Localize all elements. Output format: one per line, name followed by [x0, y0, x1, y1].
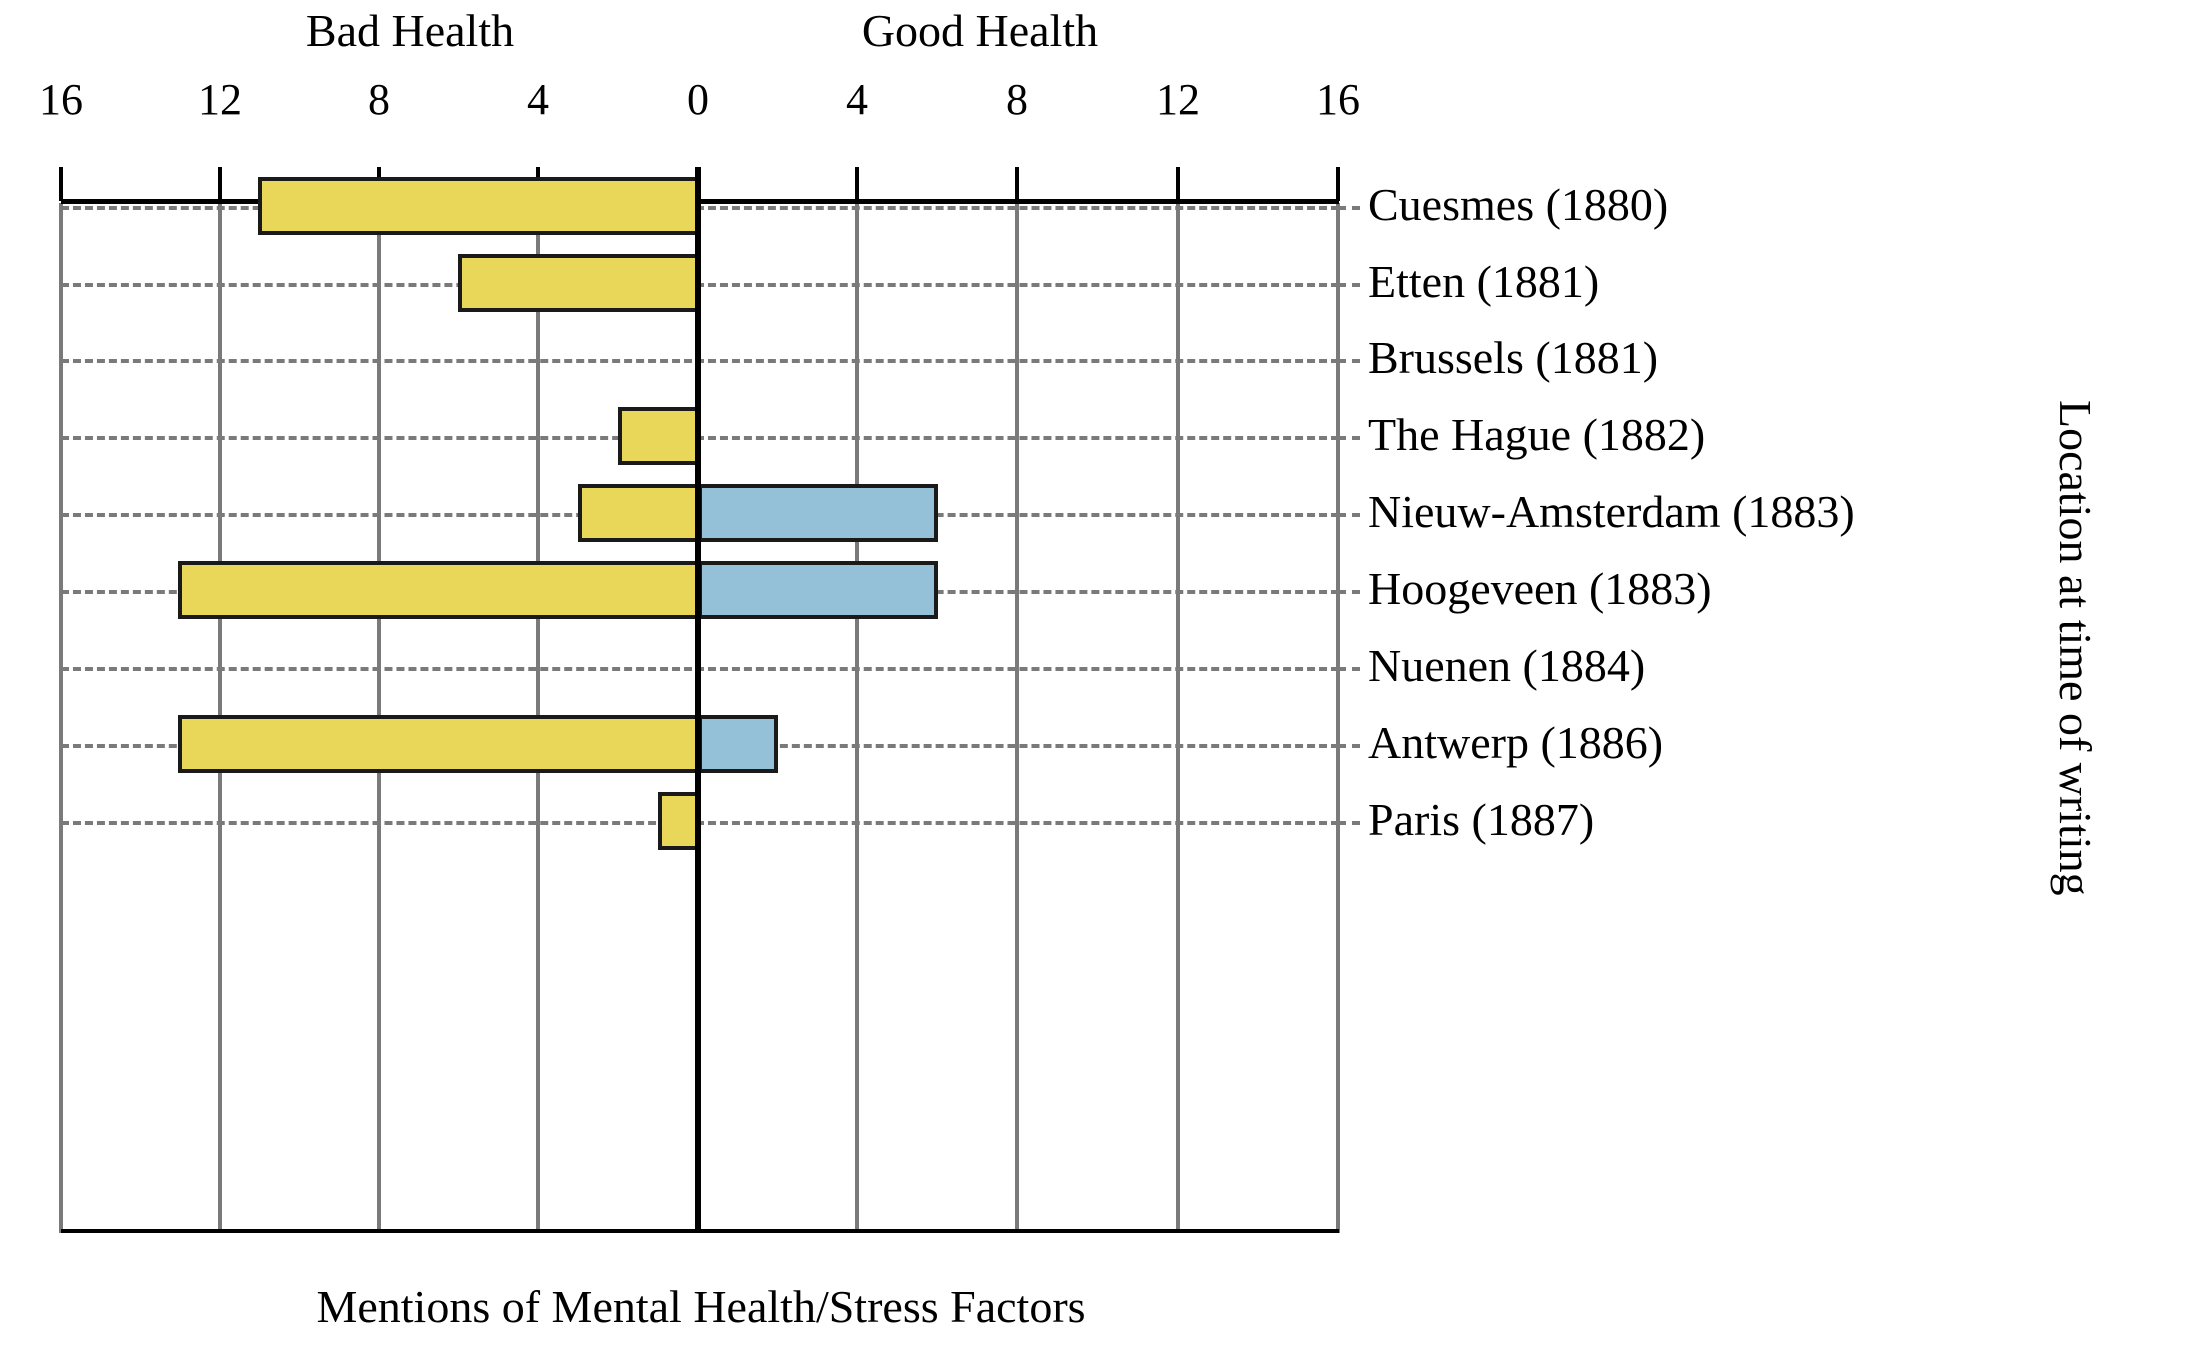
category-label: Etten (1881) — [1368, 256, 1600, 307]
x-tick-label: 12 — [1156, 75, 1200, 124]
category-label: Brussels (1881) — [1368, 332, 1659, 383]
vertical-gridline — [1176, 203, 1180, 1233]
bar-bad-health — [178, 561, 701, 619]
category-label: Hoogeveen (1883) — [1368, 563, 1712, 614]
x-tick-mark — [1176, 167, 1180, 201]
category-gridline-extension — [1338, 744, 1360, 748]
x-tick-mark — [1015, 167, 1019, 201]
x-tick-label: 16 — [1316, 75, 1360, 124]
x-tick-label: 0 — [687, 75, 709, 124]
category-gridline-extension — [1338, 283, 1360, 287]
x-tick-mark — [218, 167, 222, 201]
vertical-gridline — [59, 203, 63, 1233]
vertical-gridline — [855, 203, 859, 1233]
x-tick-label: 8 — [368, 75, 390, 124]
good-health-heading: Good Health — [861, 5, 1099, 56]
bar-bad-health — [618, 407, 701, 465]
vertical-gridline — [1336, 203, 1340, 1233]
bar-good-health — [698, 561, 938, 619]
x-tick-label: 16 — [39, 75, 83, 124]
bar-bad-health — [458, 254, 701, 312]
category-gridline-extension — [1338, 513, 1360, 517]
category-gridline-extension — [1338, 667, 1360, 671]
category-gridline-extension — [1338, 436, 1360, 440]
category-label: Antwerp (1886) — [1368, 717, 1664, 768]
bar-bad-health — [578, 484, 701, 542]
x-tick-label: 4 — [846, 75, 868, 124]
x-tick-mark — [855, 167, 859, 201]
x-tick-label: 4 — [527, 75, 549, 124]
category-gridline-extension — [1338, 821, 1360, 825]
category-gridline-extension — [1338, 206, 1360, 210]
x-tick-label: 8 — [1006, 75, 1028, 124]
bad-health-heading: Bad Health — [305, 5, 515, 56]
vertical-gridline — [1015, 203, 1019, 1233]
bar-bad-health — [258, 177, 701, 235]
category-gridline-extension — [1338, 359, 1360, 363]
category-label: Paris (1887) — [1368, 794, 1595, 845]
category-gridline-extension — [1338, 590, 1360, 594]
category-label: Nuenen (1884) — [1368, 640, 1646, 691]
x-tick-mark — [1336, 167, 1340, 201]
bar-good-health — [698, 484, 938, 542]
bar-bad-health — [178, 715, 701, 773]
category-label: Nieuw-Amsterdam (1883) — [1368, 486, 1855, 537]
category-label: The Hague (1882) — [1368, 409, 1706, 460]
zero-reference-line — [695, 167, 701, 1233]
y-axis-title: Location at time of writing — [2050, 400, 2101, 896]
x-axis-title: Mentions of Mental Health/Stress Factors — [316, 1281, 1086, 1332]
bidirectional-bar-chart: Bad Health Good Health 16 12 8 4 0 4 8 12 16 Cue… — [0, 0, 2198, 1368]
category-label: Cuesmes (1880) — [1368, 179, 1669, 230]
bar-good-health — [698, 715, 778, 773]
x-tick-label: 12 — [198, 75, 242, 124]
x-tick-mark — [59, 167, 63, 201]
